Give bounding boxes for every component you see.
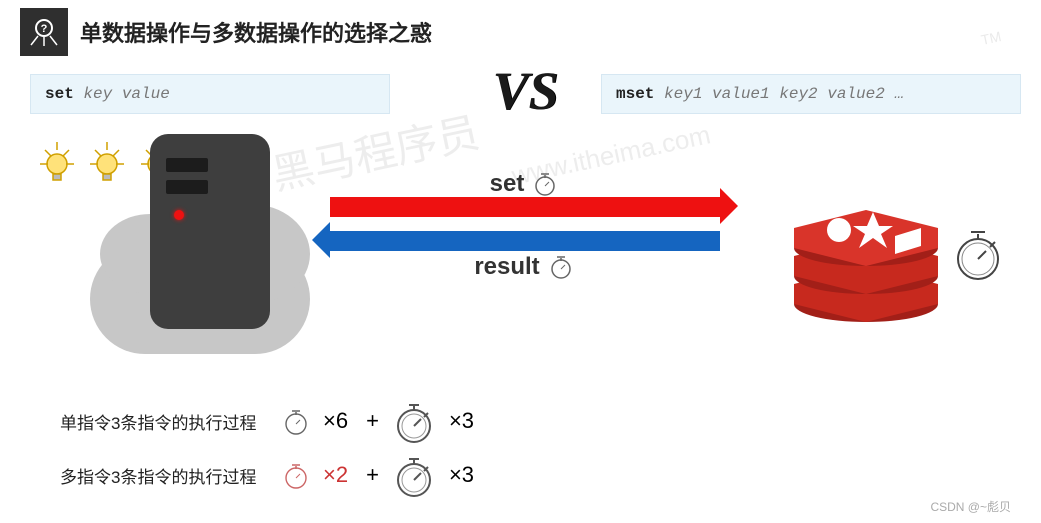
formula-multi: 多指令3条指令的执行过程 ×2 + ×3 xyxy=(60,452,480,498)
question-icon: ? xyxy=(20,8,68,56)
stopwatch-small-icon xyxy=(281,460,311,490)
formula1-a: ×6 xyxy=(317,408,354,434)
args-set: key value xyxy=(83,85,169,103)
formula2-label: 多指令3条指令的执行过程 xyxy=(60,463,275,488)
svg-text:?: ? xyxy=(41,23,48,35)
stopwatch-large-icon xyxy=(391,398,437,444)
set-arrow-label: set xyxy=(490,170,525,198)
formula1-b: ×3 xyxy=(443,408,480,434)
stopwatch-large-icon xyxy=(391,452,437,498)
stopwatch-icon xyxy=(530,169,560,197)
formula-single: 单指令3条指令的执行过程 ×6 + ×3 xyxy=(60,398,480,444)
server-icon xyxy=(150,134,270,329)
code-comparison: set key value VS mset key1 value1 key2 v… xyxy=(30,74,1021,114)
cmd-mset: mset xyxy=(616,85,654,103)
stopwatch-icon xyxy=(546,252,576,280)
code-multi: mset key1 value1 key2 value2 … xyxy=(601,74,1021,114)
server xyxy=(100,124,320,374)
formula2-b: ×3 xyxy=(443,462,480,488)
formula1-plus: + xyxy=(360,408,385,434)
redis-icon xyxy=(781,184,951,339)
formula2-plus: + xyxy=(360,462,385,488)
formula2-a: ×2 xyxy=(317,462,354,488)
arrow-set xyxy=(330,197,720,217)
credit: CSDN @~彪贝 xyxy=(930,498,1011,515)
big-stopwatch-icon xyxy=(951,224,1005,289)
code-single: set key value xyxy=(30,74,390,114)
bulb-icon xyxy=(34,136,80,186)
cmd-set: set xyxy=(45,85,74,103)
vs-label: VS xyxy=(492,60,558,122)
result-arrow-label: result xyxy=(474,253,539,281)
stopwatch-small-icon xyxy=(281,406,311,436)
args-mset: key1 value1 key2 value2 … xyxy=(664,85,904,103)
arrow-result xyxy=(330,231,720,251)
formula1-label: 单指令3条指令的执行过程 xyxy=(60,409,275,434)
page-title: 单数据操作与多数据操作的选择之惑 xyxy=(80,16,432,48)
